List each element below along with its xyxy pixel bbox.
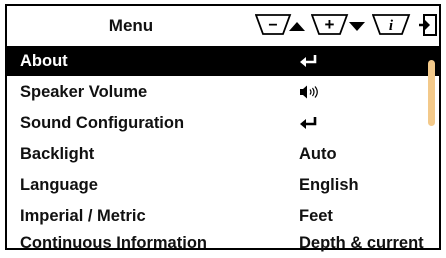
minus-up-button[interactable]: − [255, 14, 307, 36]
enter-icon [299, 54, 319, 68]
menu-title: Menu [108, 16, 154, 35]
menu-item-label: Continuous Information [20, 233, 207, 252]
enter-icon [299, 116, 319, 130]
menu-item-continuous-information[interactable]: Continuous Information Depth & current [7, 228, 439, 258]
menu-item-language[interactable]: Language English [7, 170, 439, 200]
menu-item-backlight[interactable]: Backlight Auto [7, 139, 439, 169]
speaker-volume-icon [299, 85, 321, 99]
menu-item-value: Depth & current [299, 233, 424, 252]
menu-item-sound-configuration[interactable]: Sound Configuration [7, 108, 439, 138]
menu-item-speaker-volume[interactable]: Speaker Volume [7, 77, 439, 107]
menu-item-about[interactable]: About [7, 46, 439, 76]
info-button[interactable]: i [372, 14, 412, 36]
menu-item-label: Language [20, 175, 98, 194]
arrow-down-icon [349, 22, 365, 31]
plus-symbol: + [325, 15, 335, 34]
menu-item-value: Auto [299, 144, 337, 163]
arrow-up-icon [289, 22, 305, 31]
plus-down-button[interactable]: + [311, 14, 369, 36]
menu-item-imperial-metric[interactable]: Imperial / Metric Feet [7, 201, 439, 231]
exit-button[interactable] [419, 14, 439, 36]
exit-icon [419, 14, 437, 36]
minus-symbol: − [268, 17, 277, 34]
menu-header: Menu − + i [7, 6, 439, 44]
menu-item-label: Backlight [20, 144, 95, 163]
menu-item-value: English [299, 175, 359, 194]
info-icon: i [389, 18, 394, 34]
menu-item-value: Feet [299, 206, 333, 225]
menu-window: Menu − + i About Speaker Volume Sound Co… [5, 4, 441, 252]
menu-item-label: About [20, 51, 68, 70]
menu-item-label: Speaker Volume [20, 82, 148, 101]
scrollbar[interactable] [426, 54, 438, 252]
menu-item-label: Sound Configuration [20, 113, 185, 132]
scrollbar-thumb[interactable] [428, 60, 435, 126]
menu-item-label: Imperial / Metric [20, 206, 146, 225]
